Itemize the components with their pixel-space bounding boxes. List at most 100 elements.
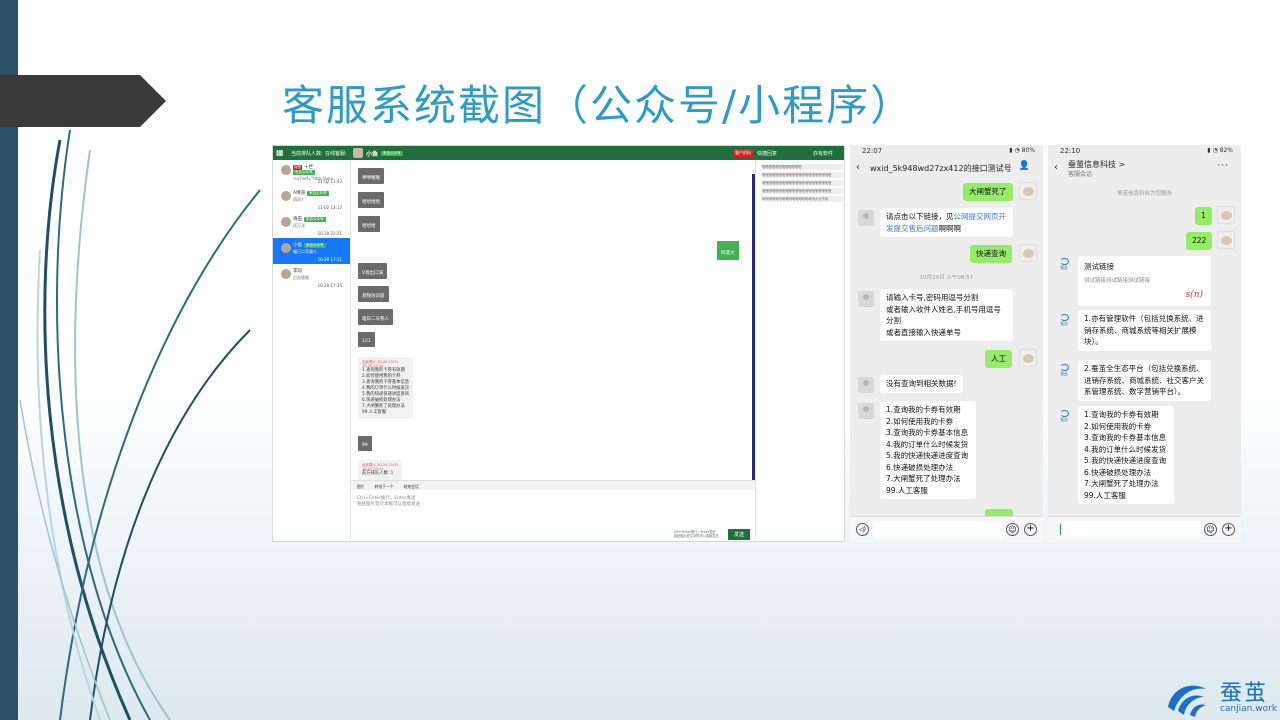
received-message: 1.查询我的卡券有效期 2.如何使用我的卡券 3.查询我的卡券基本信息 4.我的… — [880, 401, 976, 499]
plus-icon[interactable]: + — [1222, 523, 1235, 536]
received-message: 请点击以下链接，见公网提交网页开发提交售后问题啊啊啊 — [880, 208, 1013, 237]
avatar — [1217, 206, 1235, 224]
transfer-next-button[interactable]: 转给下一个 — [375, 484, 394, 489]
contact-item[interactable]: 李同 后台版版 10-20 17:35 — [273, 264, 350, 290]
sent-message: 大闸蟹死了 — [963, 183, 1013, 201]
message-input[interactable] — [1056, 521, 1200, 539]
contact-time: 10-20 17:35 — [317, 283, 342, 288]
status-bar: 22:07 ▮ ◔ 80% — [850, 145, 1043, 157]
timestamp: 10月20日 上午08:57 — [919, 275, 974, 281]
message-input[interactable] — [874, 521, 1002, 539]
chat-message: 哈哈哈 — [358, 216, 380, 232]
source-tag: 来自公众号 — [304, 216, 326, 222]
quick-reply-item[interactable]: 嘿嘿嘿嘿嘿嘿嘿嘿嘿嘿嘿嘿嘿嘿嘿嘿嘿嘿嘿嘿嘿 — [761, 180, 843, 186]
tab-online[interactable]: 在线客服: — [325, 150, 347, 157]
avatar — [858, 403, 874, 419]
avatar — [281, 243, 291, 253]
card-logo: s(n) — [1185, 290, 1203, 300]
plus-icon[interactable]: + — [1024, 523, 1037, 536]
customer-info-button[interactable]: 客户资料 — [733, 149, 753, 157]
chat-name: 小鱼 — [366, 150, 379, 158]
quick-reply-panel: 嗯嗯嗯嗯嗯嗯嗯嗯嗯嗯嗯嗯 嘿嘿嘿嘿嘿嘿嘿嘿嘿嘿嘿嘿嘿嘿嘿嘿嘿嘿嘿嘿嘿 嘿嘿嘿嘿嘿… — [755, 160, 844, 541]
contact-name: A晴道 — [293, 191, 306, 196]
slide: 客服系统截图（公众号/小程序） ▦ 当前排队人数: 在线客服: 小鱼 来自公众号… — [0, 0, 1280, 720]
quick-reply-item[interactable]: 嘿嘿嘿嘿嘿嘿嘿嘿嘿嘿嘿嘿嘿嘿嘿嘿嘿嘿嘿嘿嘿 — [761, 172, 843, 178]
emoji-icon[interactable]: ☺ — [1006, 523, 1019, 536]
chat-subtitle: 客服会话 — [1068, 171, 1093, 178]
status-time: 22:10 — [1060, 147, 1081, 155]
send-hint: Ctrl+Enter换行，Enter发送 粘贴图片到文本框可以直接发送 — [674, 530, 719, 538]
card-description: 测试链接测试链接测试链接 — [1084, 278, 1151, 284]
avatar — [858, 291, 874, 307]
avatar — [858, 377, 874, 393]
contact-item[interactable]: A晴道 来自公众号 再问? 11-02 13:17 — [273, 186, 350, 212]
chat-message-area: 咿咿喔喔 哈哈哈哈 哈哈哈 阿遗大 V现出口溪 基频效训遥 喵日二号我人 121… — [351, 160, 755, 480]
avatar — [281, 165, 291, 175]
battery-icon: ▮ ◔ 80% — [1009, 147, 1035, 154]
chat-header: 小鱼 来自公众号 — [353, 147, 403, 159]
contact-time: 10-20 17:11 — [317, 257, 342, 262]
status-bar: 22:10 ▮ ◔ 82% — [1048, 145, 1241, 157]
contact-name: 小鱼 — [293, 243, 302, 248]
text-cursor — [1060, 524, 1061, 535]
avatar — [281, 191, 291, 201]
slide-title: 客服系统截图（公众号/小程序） — [282, 81, 915, 130]
send-hint-line: 粘贴图片到文本框可以直接发送 — [674, 534, 719, 538]
brand-logo-icon: 蚕茧 — [1056, 256, 1072, 274]
avatar — [1019, 244, 1037, 262]
software-dropdown[interactable]: 亦有软件 — [813, 150, 833, 157]
emoji-icon[interactable]: ☺ — [1204, 523, 1217, 536]
phone-official-account: 22:07 ▮ ◔ 80% ‹ wxid_5k948wd27zx412的接口测试… — [850, 145, 1043, 542]
contact-item[interactable]: 清田 来自公众号 还万法 10-30 23:21 — [273, 212, 350, 238]
input-bar: ☺ + — [1048, 516, 1241, 542]
chat-nav-bar: ‹ wxid_5k948wd27zx412的接口测试号 👤 — [850, 158, 1043, 180]
logo-label: 蚕茧 — [1060, 417, 1068, 422]
avatar — [1019, 182, 1037, 200]
battery-level: 82% — [1219, 147, 1233, 154]
title-arrow-block — [0, 75, 166, 127]
phone-mini-program: 22:10 ▮ ◔ 82% ‹ 蚕茧信息科技 > 客服会话 ··· 蚕茧信息科技… — [1048, 145, 1241, 542]
contact-time: 11-02 13:17 — [317, 205, 342, 210]
contact-preview: 喵日二号我人 — [293, 249, 317, 254]
link-card[interactable]: 测试链接 测试链接测试链接测试链接 s(n) — [1078, 256, 1211, 306]
contact-preview: 后台版版 — [293, 275, 309, 280]
quick-reply-item[interactable]: 嘿嘿嘿嘿嘿嘿嘿嘿嘿嘿嘿嘿嘿嘿嘿嘿嘿嘿嘿嘿嘿 — [761, 188, 843, 194]
back-icon[interactable]: ‹ — [856, 162, 860, 173]
voice-icon[interactable]: ◁) — [856, 523, 869, 536]
quick-reply-item[interactable]: 呵呵呵呵呵呵呵呵呵呵呵呵呵呵呵呵大点作用 — [761, 196, 843, 202]
received-message: 2.蚕茧全生态平台（包括兑换系统、进销存系统、商城系统、社交客户关系管理系统、数… — [1078, 360, 1211, 401]
grid-menu-icon[interactable]: ▦ — [276, 149, 284, 157]
brand-logo-icon: 蚕茧 — [1056, 408, 1072, 426]
profile-icon[interactable]: 👤 — [1019, 161, 1031, 171]
received-message: 1.查询我的卡券有效期 2.如何使用我的卡券 3.查询我的卡券基本信息 4.我的… — [1078, 406, 1174, 504]
chat-message: 咿咿喔喔 — [358, 168, 384, 184]
chat-message: V现出口溪 — [358, 263, 388, 279]
chat-nav-bar: ‹ 蚕茧信息科技 > 客服会话 ··· — [1048, 158, 1241, 180]
image-tool-button[interactable]: 图片 — [357, 484, 365, 489]
brand-url: canjian.work — [1220, 704, 1278, 714]
desktop-top-bar: ▦ 当前排队人数: 在线客服: 小鱼 来自公众号 客户资料 快捷回复 亦有软件 — [273, 146, 844, 160]
send-button[interactable]: 发送 — [728, 529, 751, 540]
contact-preview: 还万法 — [293, 223, 305, 228]
tab-queue[interactable]: 当前排队人数: — [291, 150, 323, 157]
received-message: 请输入卡号,密码用逗号分割 或者输入收件人姓名,手机号用逗号分割 或者直接输入快… — [880, 289, 1013, 341]
contact-item[interactable]: 标签 十世 来自公众号 <a href="http://ima... 11-02 … — [273, 160, 350, 186]
brand-mark-icon — [1168, 685, 1206, 717]
battery-icon: ▮ ◔ 82% — [1207, 147, 1233, 154]
quick-reply-item[interactable]: 嗯嗯嗯嗯嗯嗯嗯嗯嗯嗯嗯嗯 — [761, 164, 843, 170]
input-hint: Ctrl+Enter换行，Enter发送 粘贴图片到文本框可以直接发送 — [357, 496, 420, 508]
contact-time: 11-02 13:42 — [317, 179, 342, 184]
chat-title: wxid_5k948wd27zx412的接口测试号 — [870, 164, 1012, 173]
message-text: 请点击以下链接，见 — [886, 212, 954, 221]
end-session-button[interactable]: 结束会话 — [404, 484, 419, 489]
back-icon[interactable]: ‹ — [1054, 162, 1058, 173]
more-icon[interactable]: ··· — [1217, 161, 1229, 171]
contact-item-active[interactable]: 小鱼 来自公众号 喵日二号我人 10-20 17:11 — [273, 238, 350, 264]
source-tag: 来自公众号 — [307, 190, 329, 196]
chat-message: 99 — [358, 436, 372, 451]
message-input-area[interactable]: Ctrl+Enter换行，Enter发送 粘贴图片到文本框可以直接发送 Ctrl… — [351, 490, 755, 541]
menu-line: 99.人工客服 — [362, 410, 387, 415]
brand-logo-icon: 蚕茧 — [1056, 312, 1072, 330]
sent-message: 1 — [1195, 207, 1212, 225]
brand-logo-icon: 蚕茧 — [1056, 362, 1072, 380]
